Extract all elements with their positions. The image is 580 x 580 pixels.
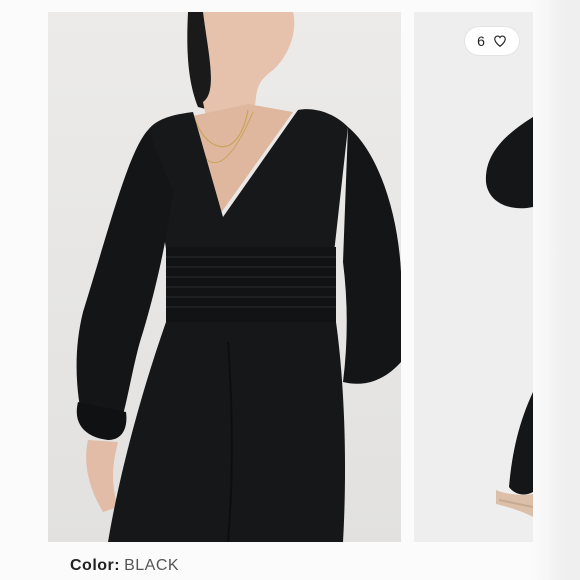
color-value: BLACK <box>124 557 180 574</box>
color-info: Color: BLACK <box>70 557 179 575</box>
jumpsuit-back-illustration <box>414 12 533 542</box>
like-count: 6 <box>477 33 485 49</box>
jumpsuit-model-illustration <box>76 12 401 542</box>
product-photo-secondary[interactable] <box>414 12 533 542</box>
gallery-edge-fade <box>532 0 580 580</box>
product-photo-main[interactable] <box>48 12 401 542</box>
heart-icon[interactable] <box>493 34 507 48</box>
color-label: Color: <box>70 557 121 574</box>
like-badge[interactable]: 6 <box>465 27 519 55</box>
